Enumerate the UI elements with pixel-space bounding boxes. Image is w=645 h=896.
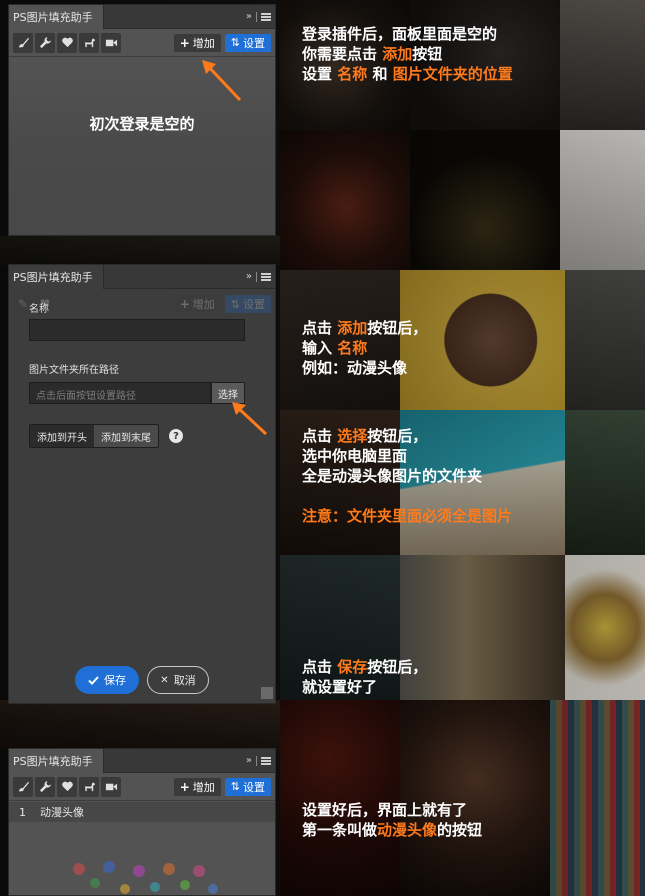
settings-button[interactable]: ⇅ 设置 [224,777,271,796]
menu-icon[interactable] [261,272,271,281]
double-chevron-icon[interactable]: » [246,755,252,766]
panel-titlebar: PS图片填充助手 » [9,265,275,289]
highlight-text: 保存 [337,658,368,676]
brush-icon[interactable] [13,776,33,797]
instruction-block-4: 点击 保存按钮后， 就设置好了 [302,658,428,696]
instruction-line: 登录插件后，面板里面是空的 [302,25,498,43]
add-button-label: 增加 [192,780,215,794]
highlight-text: 添加 [337,319,368,337]
panel-titlebar: PS图片填充助手 » [9,749,275,773]
dog-icon[interactable] [79,32,99,53]
heart-icon[interactable] [57,776,77,797]
highlight-text: 名称 [337,65,368,83]
add-to-start-option[interactable]: 添加到开头 [30,425,94,447]
add-to-end-option[interactable]: 添加到末尾 [94,425,158,447]
video-icon[interactable] [101,776,121,797]
plus-icon: + [179,779,190,794]
add-button[interactable]: + 增加 [173,777,221,796]
sort-icon: ⇅ [230,36,240,49]
list-item-index: 1 [19,805,26,819]
instruction-block-3: 点击 选择按钮后， 选中你电脑里面 全是动漫头像图片的文件夹 注意：文件夹里面必… [302,427,513,525]
confetti-decoration [73,861,218,894]
panel-titlebar: PS图片填充助手 » [9,5,275,29]
menu-icon[interactable] [261,12,271,21]
name-input[interactable] [29,319,245,341]
path-input[interactable]: 点击后面按钮设置路径 [29,382,211,404]
wrench-icon[interactable] [35,776,55,797]
highlight-text: 名称 [337,339,368,357]
instruction-line: 全是动漫头像图片的文件夹 [302,467,483,485]
add-form: 名称 图片文件夹所在路径 点击后面按钮设置路径 选择 添加到开头 添加到末尾 ? [9,290,275,703]
panel-toolbar: + 增加 ⇅ 设置 [9,773,275,801]
instruction-block-2: 点击 添加按钮后， 输入 名称 例如：动漫头像 [302,319,428,377]
instruction-block-1: 登录插件后，面板里面是空的 你需要点击 添加按钮 设置 名称 和 图片文件夹的位… [302,25,513,83]
double-chevron-icon[interactable]: » [246,271,252,282]
x-icon: ✕ [160,674,169,686]
wrench-icon[interactable] [35,32,55,53]
highlight-text: 动漫头像 [377,821,438,839]
arrow-to-add-button [202,60,242,102]
heart-icon[interactable] [57,32,77,53]
dialog-footer: 保存 ✕ 取消 [9,657,275,703]
sort-icon: ⇅ [230,780,240,793]
add-button[interactable]: + 增加 [173,33,221,52]
settings-button-label: 设置 [243,36,265,50]
cancel-button[interactable]: ✕ 取消 [147,666,209,694]
instruction-line: 就设置好了 [302,678,378,696]
checkmark-icon [88,675,99,685]
highlight-text: 图片文件夹的位置 [392,65,513,83]
plus-icon: + [179,35,190,50]
list-item-name: 动漫头像 [40,806,84,819]
warning-note: 注意：文件夹里面必须全是图片 [302,507,513,525]
empty-message: 初次登录是空的 [89,115,195,133]
save-button-label: 保存 [104,674,126,687]
video-icon[interactable] [101,32,121,53]
add-button-label: 增加 [192,36,215,50]
panel-tab[interactable]: PS图片填充助手 [9,265,104,289]
panel-tab[interactable]: PS图片填充助手 [9,5,104,29]
instruction-block-5: 设置好后，界面上就有了 第一条叫做动漫头像的按钮 [302,801,483,839]
save-button[interactable]: 保存 [75,666,139,694]
settings-button[interactable]: ⇅ 设置 [224,33,271,52]
highlight-text: 添加 [382,45,413,63]
plugin-panel-configured: PS图片填充助手 » + 增加 ⇅ 设置 1 动漫头像 [8,748,276,896]
cancel-button-label: 取消 [173,674,196,687]
arrow-to-choose-button [232,402,268,436]
resize-grip[interactable] [261,687,273,699]
instruction-line: 设置好后，界面上就有了 [302,801,468,819]
settings-button-label: 设置 [243,780,265,794]
plugin-panel-empty: PS图片填充助手 » + 增加 ⇅ 设置 初次登录是空的 [8,4,276,236]
double-chevron-icon[interactable]: » [246,11,252,22]
instruction-line: 选中你电脑里面 [302,447,408,465]
highlight-text: 选择 [337,427,368,445]
path-label: 图片文件夹所在路径 [29,365,119,376]
panel-tab[interactable]: PS图片填充助手 [9,749,104,773]
insert-position-toggle: 添加到开头 添加到末尾 [29,424,159,448]
panel-toolbar: + 增加 ⇅ 设置 [9,29,275,57]
dog-icon[interactable] [79,776,99,797]
instruction-line: 例如：动漫头像 [302,359,408,377]
plugin-panel-add-dialog: PS图片填充助手 » ✎ ♥ + 增加 ⇅ 设置 名称 图片文件夹所在路径 点击后面… [8,264,276,704]
menu-icon[interactable] [261,756,271,765]
brush-icon[interactable] [13,32,33,53]
list-item[interactable]: 1 动漫头像 [9,802,275,822]
help-icon[interactable]: ? [169,429,183,443]
name-label: 名称 [29,304,49,315]
